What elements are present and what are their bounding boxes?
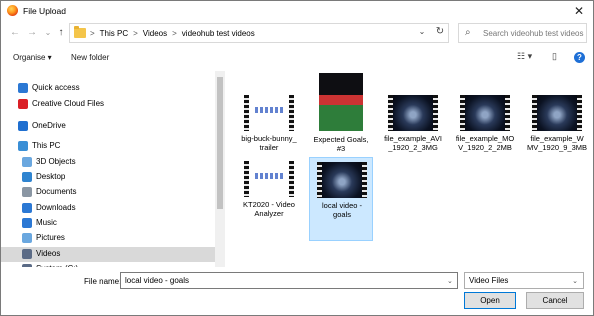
sidebar-item[interactable]: Music <box>1 216 215 231</box>
sidebar-item[interactable]: 3D Objects <box>1 155 215 170</box>
search-input[interactable]: ⌕ Search videohub test videos <box>458 23 587 43</box>
file-item[interactable]: KT2020 - Video Analyzer <box>237 157 301 241</box>
sidebar-item[interactable]: Desktop <box>1 170 215 185</box>
breadcrumb-videos[interactable]: Videos <box>143 29 167 38</box>
address-dropdown-icon[interactable]: ⌄ <box>416 27 428 39</box>
firefox-icon <box>7 5 18 16</box>
sidebar-item-label: Quick access <box>32 83 80 92</box>
file-item[interactable]: local video - goals <box>309 157 373 241</box>
file-list: big-buck-bunny_ trailer Expected Goals, #… <box>227 71 593 267</box>
chevron-down-icon: ⌄ <box>572 278 578 285</box>
address-bar[interactable]: > This PC > Videos > videohub test video… <box>69 23 449 43</box>
download-icon <box>22 203 32 213</box>
music-icon <box>22 218 32 228</box>
desktop-icon <box>22 172 32 182</box>
sidebar-item-label: Creative Cloud Files <box>32 99 105 108</box>
file-type-value: Video Files <box>469 276 509 285</box>
video-thumbnail <box>532 95 582 131</box>
preview-pane-icon[interactable]: ▯ <box>552 51 557 62</box>
sidebar-scrollbar-thumb[interactable] <box>217 77 223 209</box>
up-folder-arrow-icon[interactable]: ↑ <box>55 26 67 40</box>
file-item-label: file_example_MO V_1920_2_2MB <box>455 134 515 152</box>
sidebar-item[interactable]: This PC <box>1 139 215 154</box>
sidebar-item[interactable]: Quick access <box>1 81 215 96</box>
sidebar-item[interactable]: Videos <box>1 247 215 262</box>
change-view-icon[interactable]: ☷ ▾ <box>517 51 532 62</box>
back-arrow-icon[interactable]: ← <box>9 26 21 40</box>
sidebar-item-label: Desktop <box>36 172 66 181</box>
sidebar-item[interactable]: Pictures <box>1 231 215 246</box>
search-icon: ⌕ <box>465 27 471 38</box>
breadcrumb-separator[interactable]: > <box>133 29 138 38</box>
sidebar-item-label: Videos <box>36 249 61 258</box>
folder-icon <box>74 26 86 38</box>
breadcrumb-videohub-test-videos[interactable]: videohub test videos <box>182 29 255 38</box>
file-item[interactable]: file_example_AVI _1920_2_3MG <box>381 91 445 175</box>
creative-cloud-icon <box>18 99 28 109</box>
title-bar: File Upload ✕ <box>1 1 593 21</box>
sidebar-item-label: This PC <box>32 141 61 150</box>
video-thumbnail <box>319 73 363 131</box>
organise-button[interactable]: Organise ▾ <box>13 53 52 62</box>
pictures-icon <box>22 233 32 243</box>
file-name-label: File name: <box>84 277 122 286</box>
window-title: File Upload <box>23 6 66 16</box>
video-thumbnail <box>460 95 510 131</box>
help-icon[interactable]: ? <box>574 52 585 63</box>
breadcrumb-this-pc[interactable]: This PC <box>100 29 128 38</box>
file-item-label: KT2020 - Video Analyzer <box>243 200 295 218</box>
refresh-icon[interactable]: ↻ <box>434 26 446 40</box>
file-item-label: local video - goals <box>321 201 363 219</box>
sidebar-item[interactable]: Documents <box>1 185 215 200</box>
cancel-button[interactable]: Cancel <box>526 292 584 309</box>
file-type-select[interactable]: Video Files ⌄ <box>464 272 584 289</box>
documents-icon <box>22 187 32 197</box>
sidebar-item[interactable]: System (C:) <box>1 262 215 267</box>
file-item-label: big-buck-bunny_ trailer <box>241 134 297 152</box>
sidebar-item-label: System (C:) <box>36 264 78 267</box>
file-name-input[interactable]: local video - goals ⌄ <box>120 272 458 289</box>
sidebar-item-label: Music <box>36 218 57 227</box>
star-icon <box>18 83 28 93</box>
sidebar-item[interactable]: Creative Cloud Files <box>1 97 215 112</box>
file-item-label: file_example_AVI _1920_2_3MG <box>384 134 442 152</box>
cube-icon <box>22 157 32 167</box>
sidebar-item-label: OneDrive <box>32 121 66 130</box>
file-upload-dialog: File Upload ✕ ← → ⌄ ↑ > This PC > Videos… <box>0 0 594 316</box>
file-name-dropdown-icon[interactable]: ⌄ <box>447 277 453 285</box>
new-folder-button[interactable]: New folder <box>71 53 109 62</box>
search-placeholder: Search videohub test videos <box>483 29 584 38</box>
file-item[interactable]: Expected Goals, #3 <box>309 71 373 157</box>
sidebar-item-label: Pictures <box>36 233 65 242</box>
file-item[interactable]: file_example_W MV_1920_9_3MB <box>525 91 589 175</box>
drive-icon <box>22 264 32 267</box>
video-thumbnail <box>244 95 294 131</box>
breadcrumb-separator[interactable]: > <box>172 29 177 38</box>
file-item-label: Expected Goals, #3 <box>313 135 369 153</box>
breadcrumb: > This PC > Videos > videohub test video… <box>90 29 255 38</box>
navigation-pane: Quick access Creative Cloud Files OneDrive… <box>1 71 225 267</box>
breadcrumb-separator[interactable]: > <box>90 29 95 38</box>
video-thumbnail <box>317 162 367 198</box>
forward-arrow-icon[interactable]: → <box>26 26 38 40</box>
file-name-value: local video - goals <box>125 276 190 285</box>
sidebar-item-label: Documents <box>36 187 77 196</box>
sidebar-item[interactable]: OneDrive <box>1 119 215 134</box>
sidebar-item-label: 3D Objects <box>36 157 76 166</box>
file-item-label: file_example_W MV_1920_9_3MB <box>526 134 588 152</box>
video-thumbnail <box>388 95 438 131</box>
computer-icon <box>18 141 28 151</box>
cloud-icon <box>18 121 28 131</box>
close-button[interactable]: ✕ <box>569 2 589 20</box>
video-thumbnail <box>244 161 294 197</box>
open-button[interactable]: Open <box>464 292 516 309</box>
sidebar-item[interactable]: Downloads <box>1 201 215 216</box>
sidebar-item-label: Downloads <box>36 203 76 212</box>
recent-locations-chevron-icon[interactable]: ⌄ <box>42 26 54 40</box>
videos-icon <box>22 249 32 259</box>
file-item[interactable]: file_example_MO V_1920_2_2MB <box>453 91 517 175</box>
